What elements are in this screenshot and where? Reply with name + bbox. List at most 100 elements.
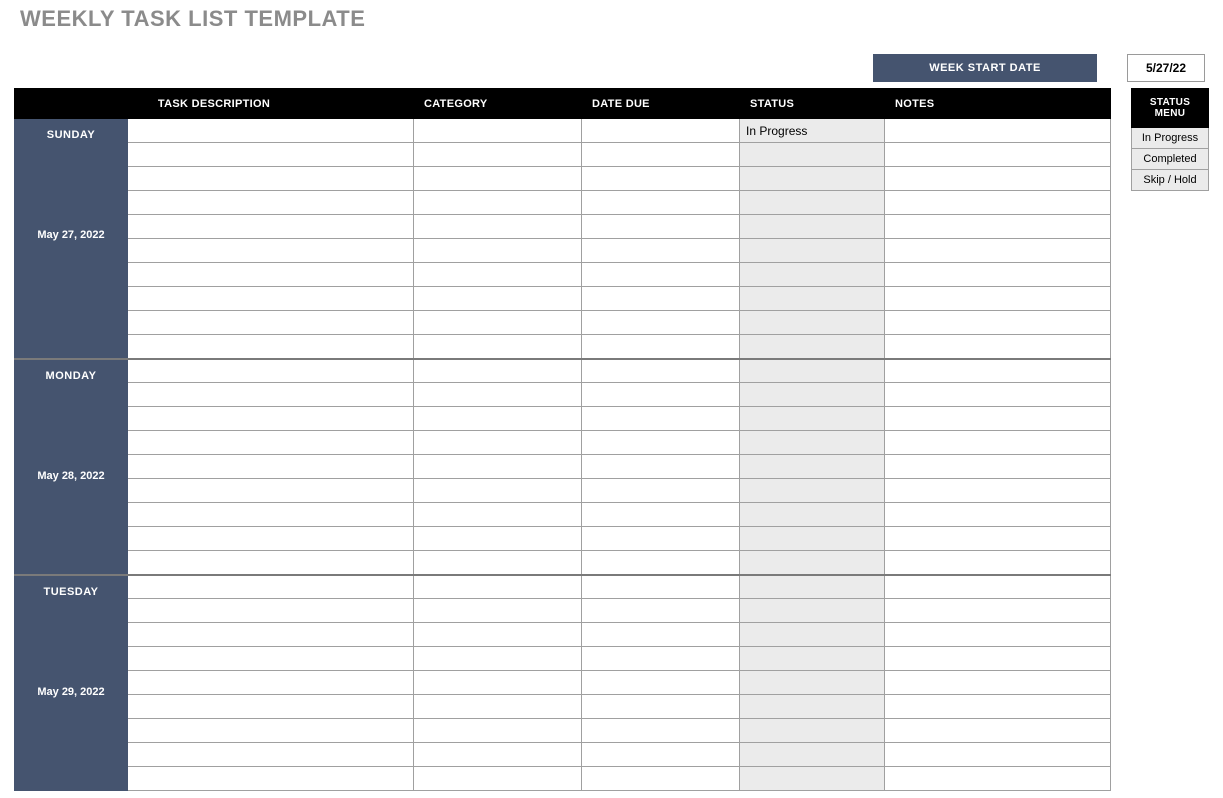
notes-cell[interactable] <box>885 311 1111 335</box>
date-due-cell[interactable] <box>582 287 740 311</box>
notes-cell[interactable] <box>885 767 1111 791</box>
status-cell[interactable] <box>740 431 885 455</box>
category-cell[interactable] <box>414 767 582 791</box>
task-description-cell[interactable] <box>128 119 414 143</box>
category-cell[interactable] <box>414 599 582 623</box>
status-cell[interactable] <box>740 671 885 695</box>
category-cell[interactable] <box>414 359 582 383</box>
notes-cell[interactable] <box>885 455 1111 479</box>
status-cell[interactable] <box>740 599 885 623</box>
date-due-cell[interactable] <box>582 215 740 239</box>
date-due-cell[interactable] <box>582 551 740 575</box>
notes-cell[interactable] <box>885 647 1111 671</box>
category-cell[interactable] <box>414 215 582 239</box>
notes-cell[interactable] <box>885 359 1111 383</box>
task-description-cell[interactable] <box>128 479 414 503</box>
date-due-cell[interactable] <box>582 407 740 431</box>
notes-cell[interactable] <box>885 743 1111 767</box>
notes-cell[interactable] <box>885 263 1111 287</box>
notes-cell[interactable] <box>885 575 1111 599</box>
status-menu-item[interactable]: In Progress <box>1132 128 1209 149</box>
category-cell[interactable] <box>414 503 582 527</box>
category-cell[interactable] <box>414 575 582 599</box>
date-due-cell[interactable] <box>582 767 740 791</box>
date-due-cell[interactable] <box>582 359 740 383</box>
task-description-cell[interactable] <box>128 599 414 623</box>
category-cell[interactable] <box>414 695 582 719</box>
category-cell[interactable] <box>414 527 582 551</box>
task-description-cell[interactable] <box>128 239 414 263</box>
status-cell[interactable] <box>740 695 885 719</box>
category-cell[interactable] <box>414 239 582 263</box>
notes-cell[interactable] <box>885 551 1111 575</box>
task-description-cell[interactable] <box>128 215 414 239</box>
notes-cell[interactable] <box>885 215 1111 239</box>
notes-cell[interactable] <box>885 287 1111 311</box>
notes-cell[interactable] <box>885 431 1111 455</box>
notes-cell[interactable] <box>885 503 1111 527</box>
task-description-cell[interactable] <box>128 623 414 647</box>
status-cell[interactable] <box>740 359 885 383</box>
date-due-cell[interactable] <box>582 503 740 527</box>
notes-cell[interactable] <box>885 383 1111 407</box>
category-cell[interactable] <box>414 143 582 167</box>
date-due-cell[interactable] <box>582 695 740 719</box>
status-cell[interactable] <box>740 407 885 431</box>
status-menu-item[interactable]: Skip / Hold <box>1132 170 1209 191</box>
task-description-cell[interactable] <box>128 143 414 167</box>
category-cell[interactable] <box>414 383 582 407</box>
category-cell[interactable] <box>414 287 582 311</box>
category-cell[interactable] <box>414 455 582 479</box>
task-description-cell[interactable] <box>128 263 414 287</box>
task-description-cell[interactable] <box>128 647 414 671</box>
date-due-cell[interactable] <box>582 599 740 623</box>
date-due-cell[interactable] <box>582 743 740 767</box>
task-description-cell[interactable] <box>128 455 414 479</box>
category-cell[interactable] <box>414 431 582 455</box>
task-description-cell[interactable] <box>128 287 414 311</box>
task-description-cell[interactable] <box>128 503 414 527</box>
task-description-cell[interactable] <box>128 527 414 551</box>
date-due-cell[interactable] <box>582 479 740 503</box>
task-description-cell[interactable] <box>128 359 414 383</box>
task-description-cell[interactable] <box>128 311 414 335</box>
category-cell[interactable] <box>414 551 582 575</box>
date-due-cell[interactable] <box>582 119 740 143</box>
task-description-cell[interactable] <box>128 407 414 431</box>
notes-cell[interactable] <box>885 143 1111 167</box>
status-cell[interactable] <box>740 551 885 575</box>
category-cell[interactable] <box>414 407 582 431</box>
date-due-cell[interactable] <box>582 191 740 215</box>
category-cell[interactable] <box>414 191 582 215</box>
category-cell[interactable] <box>414 671 582 695</box>
category-cell[interactable] <box>414 263 582 287</box>
notes-cell[interactable] <box>885 527 1111 551</box>
week-start-date-input[interactable]: 5/27/22 <box>1127 54 1205 82</box>
category-cell[interactable] <box>414 743 582 767</box>
task-description-cell[interactable] <box>128 383 414 407</box>
category-cell[interactable] <box>414 167 582 191</box>
notes-cell[interactable] <box>885 239 1111 263</box>
date-due-cell[interactable] <box>582 455 740 479</box>
status-cell[interactable] <box>740 311 885 335</box>
date-due-cell[interactable] <box>582 167 740 191</box>
notes-cell[interactable] <box>885 191 1111 215</box>
date-due-cell[interactable] <box>582 263 740 287</box>
date-due-cell[interactable] <box>582 311 740 335</box>
date-due-cell[interactable] <box>582 647 740 671</box>
date-due-cell[interactable] <box>582 671 740 695</box>
category-cell[interactable] <box>414 119 582 143</box>
status-cell[interactable] <box>740 575 885 599</box>
notes-cell[interactable] <box>885 167 1111 191</box>
task-description-cell[interactable] <box>128 695 414 719</box>
status-cell[interactable] <box>740 335 885 359</box>
status-cell[interactable] <box>740 743 885 767</box>
notes-cell[interactable] <box>885 671 1111 695</box>
category-cell[interactable] <box>414 335 582 359</box>
category-cell[interactable] <box>414 623 582 647</box>
status-cell[interactable] <box>740 647 885 671</box>
notes-cell[interactable] <box>885 335 1111 359</box>
status-cell[interactable] <box>740 287 885 311</box>
category-cell[interactable] <box>414 719 582 743</box>
notes-cell[interactable] <box>885 599 1111 623</box>
